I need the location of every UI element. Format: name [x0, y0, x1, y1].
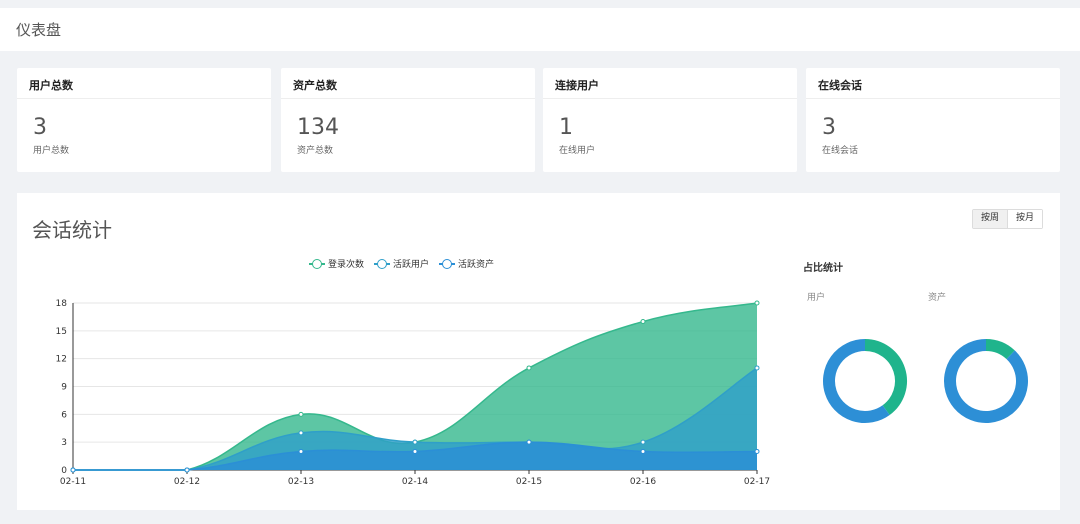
card-subtitle: 资产总数	[297, 146, 334, 156]
donut-slice[interactable]	[823, 339, 890, 423]
data-point[interactable]	[70, 467, 76, 473]
data-point[interactable]	[640, 319, 646, 325]
card-online-sessions: 在线会话 3 在线会话	[806, 68, 1060, 172]
data-point[interactable]	[298, 411, 304, 417]
card-title: 资产总数	[281, 68, 535, 99]
donut-slice[interactable]	[864, 339, 907, 415]
x-tick-label: 02-16	[630, 477, 656, 487]
card-value: 3	[822, 115, 836, 140]
x-tick-label: 02-13	[288, 477, 314, 487]
by-month-button[interactable]: 按月	[1007, 210, 1043, 228]
asset-ratio-donut	[944, 339, 1028, 423]
y-tick-label: 0	[61, 466, 67, 476]
asset-ratio-label: 资产	[928, 293, 947, 303]
card-title: 用户总数	[17, 68, 271, 99]
card-value: 3	[33, 115, 47, 140]
data-point[interactable]	[526, 439, 532, 445]
header-bar: 仪表盘	[0, 8, 1080, 51]
page-title: 仪表盘	[16, 21, 62, 39]
card-subtitle: 用户总数	[33, 146, 70, 156]
card-subtitle: 在线会话	[822, 146, 859, 156]
card-value: 134	[297, 115, 339, 140]
card-connected-users: 连接用户 1 在线用户	[543, 68, 797, 172]
x-tick-label: 02-14	[402, 477, 428, 487]
card-value: 1	[559, 115, 573, 140]
donut-slice[interactable]	[944, 339, 1028, 423]
data-point[interactable]	[412, 439, 418, 445]
card-user-total: 用户总数 3 用户总数	[17, 68, 271, 172]
x-tick-label: 02-17	[744, 477, 770, 487]
user-ratio-donut	[823, 339, 907, 423]
y-tick-label: 12	[56, 355, 67, 365]
data-point[interactable]	[754, 300, 760, 306]
card-title: 在线会话	[806, 68, 1060, 99]
session-area-chart: 0 3 6 9 12 15 18 02-11 02-12 02-13 02-14 02-15 02-16…	[56, 299, 771, 487]
y-tick-label: 6	[61, 410, 67, 420]
card-title: 连接用户	[543, 68, 797, 99]
data-point[interactable]	[298, 430, 304, 436]
user-ratio-label: 用户	[807, 293, 826, 303]
y-tick-label: 15	[56, 327, 67, 337]
y-tick-label: 18	[56, 299, 68, 309]
data-point[interactable]	[298, 448, 304, 454]
data-point[interactable]	[184, 467, 190, 473]
period-toggle: 按周 按月	[972, 209, 1044, 229]
y-tick-label: 3	[61, 438, 67, 448]
donut-slice[interactable]	[985, 339, 1015, 360]
ratio-title: 占比统计	[803, 263, 843, 274]
data-point[interactable]	[412, 448, 418, 454]
data-point[interactable]	[640, 448, 646, 454]
session-stats-panel: 会话统计 按周 按月 登录次数 活跃用户 活跃资产 0 3 6 9 12 15 18 02-1…	[17, 193, 1060, 510]
x-tick-label: 02-15	[516, 477, 542, 487]
by-week-button[interactable]: 按周	[973, 210, 1008, 228]
x-tick-label: 02-11	[60, 477, 86, 487]
data-point[interactable]	[754, 448, 760, 454]
data-point[interactable]	[754, 365, 760, 371]
y-tick-label: 9	[61, 383, 67, 393]
x-tick-label: 02-12	[174, 477, 200, 487]
card-asset-total: 资产总数 134 资产总数	[281, 68, 535, 172]
data-point[interactable]	[526, 365, 532, 371]
data-point[interactable]	[640, 439, 646, 445]
card-subtitle: 在线用户	[559, 146, 596, 156]
